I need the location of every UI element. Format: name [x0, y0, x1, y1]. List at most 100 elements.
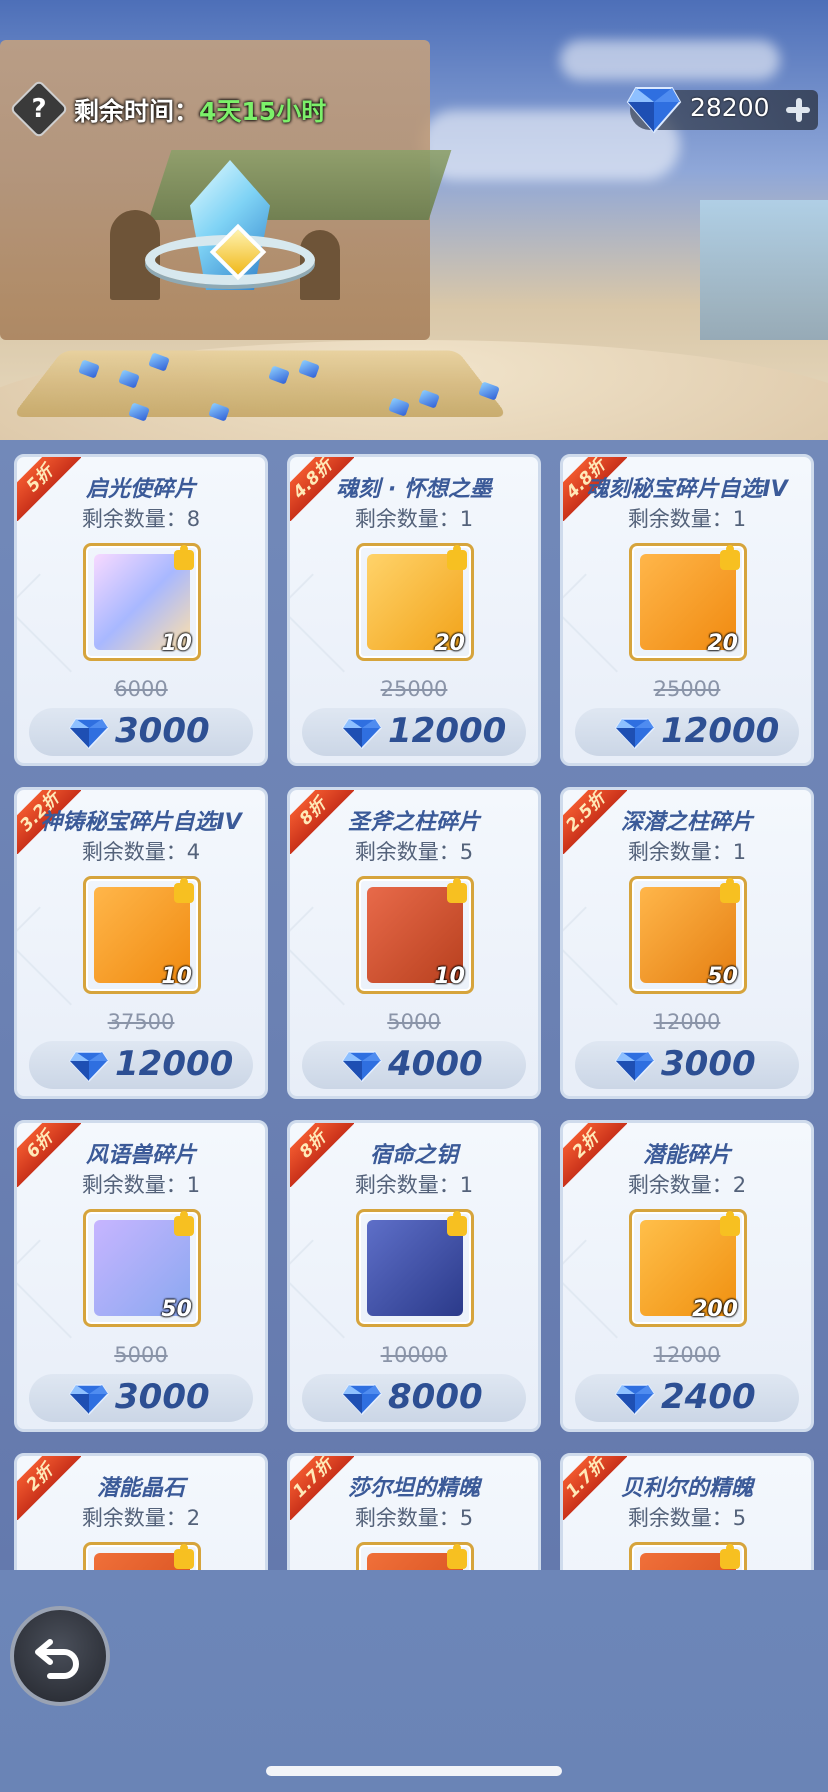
- item-frame[interactable]: 20: [629, 543, 747, 661]
- fragment-icon: [447, 545, 467, 570]
- item-count: 10: [161, 631, 192, 656]
- fragment-icon: [447, 1211, 467, 1236]
- buy-button[interactable]: 12000: [29, 1041, 253, 1089]
- shop-item-card[interactable]: 3.2折 神铸秘宝碎片自选IV 剩余数量：4 10 37500 12000: [14, 787, 268, 1099]
- item-frame[interactable]: 50: [83, 1209, 201, 1327]
- item-frame[interactable]: [356, 1542, 474, 1572]
- price: 12000: [388, 711, 507, 751]
- item-stock: 剩余数量：5: [354, 840, 474, 864]
- shop-item-card[interactable]: 1.7折 莎尔坦的精魄 剩余数量：5: [287, 1453, 541, 1572]
- price: 4000: [388, 1044, 483, 1084]
- item-frame[interactable]: [356, 1209, 474, 1327]
- item-frame[interactable]: 10: [83, 543, 201, 661]
- diamond-balance: 28200: [690, 93, 770, 122]
- fragment-icon: [720, 878, 740, 903]
- diamond-icon: [342, 1384, 382, 1416]
- fragment-icon: [174, 1544, 194, 1569]
- shop-item-grid[interactable]: 5折 启光使碎片 剩余数量：8 10 6000 3000 4.8折 魂刻 · 怀想之墨 剩余数量…: [0, 448, 828, 1572]
- item-count: 10: [161, 964, 192, 989]
- original-price: 10000: [380, 1343, 448, 1367]
- shop-banner: [0, 0, 828, 450]
- item-name: 潜能碎片: [642, 1143, 731, 1168]
- shop-item-card[interactable]: 8折 圣斧之柱碎片 剩余数量：5 10 5000 4000: [287, 787, 541, 1099]
- item-stock: 剩余数量：1: [354, 1173, 474, 1197]
- item-name: 宿命之钥: [369, 1143, 458, 1168]
- diamond-icon: [626, 87, 682, 134]
- original-price: 25000: [380, 677, 448, 701]
- add-diamonds-button[interactable]: [780, 92, 816, 128]
- item-stock: 剩余数量：4: [81, 840, 201, 864]
- buy-button[interactable]: 8000: [302, 1374, 526, 1422]
- buy-button[interactable]: 3000: [29, 1374, 253, 1422]
- buy-button[interactable]: 12000: [575, 708, 799, 756]
- item-stock: 剩余数量：8: [81, 507, 201, 531]
- shop-item-card[interactable]: 2折 潜能晶石 剩余数量：2: [14, 1453, 268, 1572]
- item-name: 魂刻 · 怀想之墨: [336, 477, 492, 502]
- item-stock: 剩余数量：1: [81, 1173, 201, 1197]
- fragment-icon: [720, 545, 740, 570]
- shop-item-card[interactable]: 6折 风语兽碎片 剩余数量：1 50 5000 3000: [14, 1120, 268, 1432]
- fragment-icon: [720, 1211, 740, 1236]
- original-price: 5000: [114, 1343, 168, 1367]
- remaining-time: 剩余时间：4天15小时: [74, 92, 326, 128]
- price: 3000: [661, 1044, 756, 1084]
- item-frame[interactable]: 50: [629, 876, 747, 994]
- item-name: 莎尔坦的精魄: [347, 1476, 480, 1501]
- timer-label: 剩余时间：: [74, 97, 200, 126]
- price: 12000: [661, 711, 780, 751]
- item-frame[interactable]: 10: [356, 876, 474, 994]
- bottom-bar: [0, 1570, 828, 1792]
- diamond-icon: [342, 718, 382, 750]
- item-stock: 剩余数量：5: [354, 1506, 474, 1530]
- buy-button[interactable]: 3000: [575, 1041, 799, 1089]
- diamond-icon: [615, 1384, 655, 1416]
- item-count: 50: [161, 1297, 192, 1322]
- shop-item-card[interactable]: 1.7折 贝利尔的精魄 剩余数量：5: [560, 1453, 814, 1572]
- item-frame[interactable]: [83, 1542, 201, 1572]
- item-frame[interactable]: 20: [356, 543, 474, 661]
- item-frame[interactable]: 200: [629, 1209, 747, 1327]
- item-name: 深潜之柱碎片: [620, 810, 753, 835]
- item-count: 200: [692, 1297, 738, 1322]
- item-name: 潜能晶石: [96, 1476, 185, 1501]
- item-count: 50: [707, 964, 738, 989]
- shop-item-card[interactable]: 4.8折 魂刻秘宝碎片自选IV 剩余数量：1 20 25000 12000: [560, 454, 814, 766]
- timer-value: 4天15小时: [199, 97, 327, 126]
- diamond-icon: [69, 1051, 109, 1083]
- item-name: 神铸秘宝碎片自选IV: [40, 810, 242, 835]
- fragment-icon: [447, 1544, 467, 1569]
- price: 12000: [115, 1044, 234, 1084]
- item-frame[interactable]: [629, 1542, 747, 1572]
- fragment-icon: [447, 878, 467, 903]
- shop-item-card[interactable]: 5折 启光使碎片 剩余数量：8 10 6000 3000: [14, 454, 268, 766]
- fragment-icon: [174, 878, 194, 903]
- diamond-icon: [69, 718, 109, 750]
- item-count: 20: [434, 631, 465, 656]
- price: 8000: [388, 1377, 483, 1417]
- buy-button[interactable]: 4000: [302, 1041, 526, 1089]
- diamond-icon: [69, 1384, 109, 1416]
- fragment-icon: [174, 1211, 194, 1236]
- shop-item-card[interactable]: 4.8折 魂刻 · 怀想之墨 剩余数量：1 20 25000 12000: [287, 454, 541, 766]
- shop-item-card[interactable]: 8折 宿命之钥 剩余数量：1 10000 8000: [287, 1120, 541, 1432]
- buy-button[interactable]: 12000: [302, 708, 526, 756]
- item-frame[interactable]: 10: [83, 876, 201, 994]
- original-price: 25000: [653, 677, 721, 701]
- buy-button[interactable]: 3000: [29, 708, 253, 756]
- back-arrow-icon: [35, 1639, 79, 1679]
- shop-item-card[interactable]: 2.5折 深潜之柱碎片 剩余数量：1 50 12000 3000: [560, 787, 814, 1099]
- buy-button[interactable]: 2400: [575, 1374, 799, 1422]
- item-stock: 剩余数量：2: [81, 1506, 201, 1530]
- item-count: 20: [707, 631, 738, 656]
- item-stock: 剩余数量：5: [627, 1506, 747, 1530]
- item-name: 圣斧之柱碎片: [347, 810, 480, 835]
- shop-item-card[interactable]: 2折 潜能碎片 剩余数量：2 200 12000 2400: [560, 1120, 814, 1432]
- original-price: 6000: [114, 677, 168, 701]
- item-stock: 剩余数量：2: [627, 1173, 747, 1197]
- item-stock: 剩余数量：1: [354, 507, 474, 531]
- diamond-icon: [615, 1051, 655, 1083]
- price: 3000: [115, 711, 210, 751]
- price: 2400: [661, 1377, 756, 1417]
- item-name: 魂刻秘宝碎片自选IV: [586, 477, 788, 502]
- question-icon: ?: [31, 94, 47, 124]
